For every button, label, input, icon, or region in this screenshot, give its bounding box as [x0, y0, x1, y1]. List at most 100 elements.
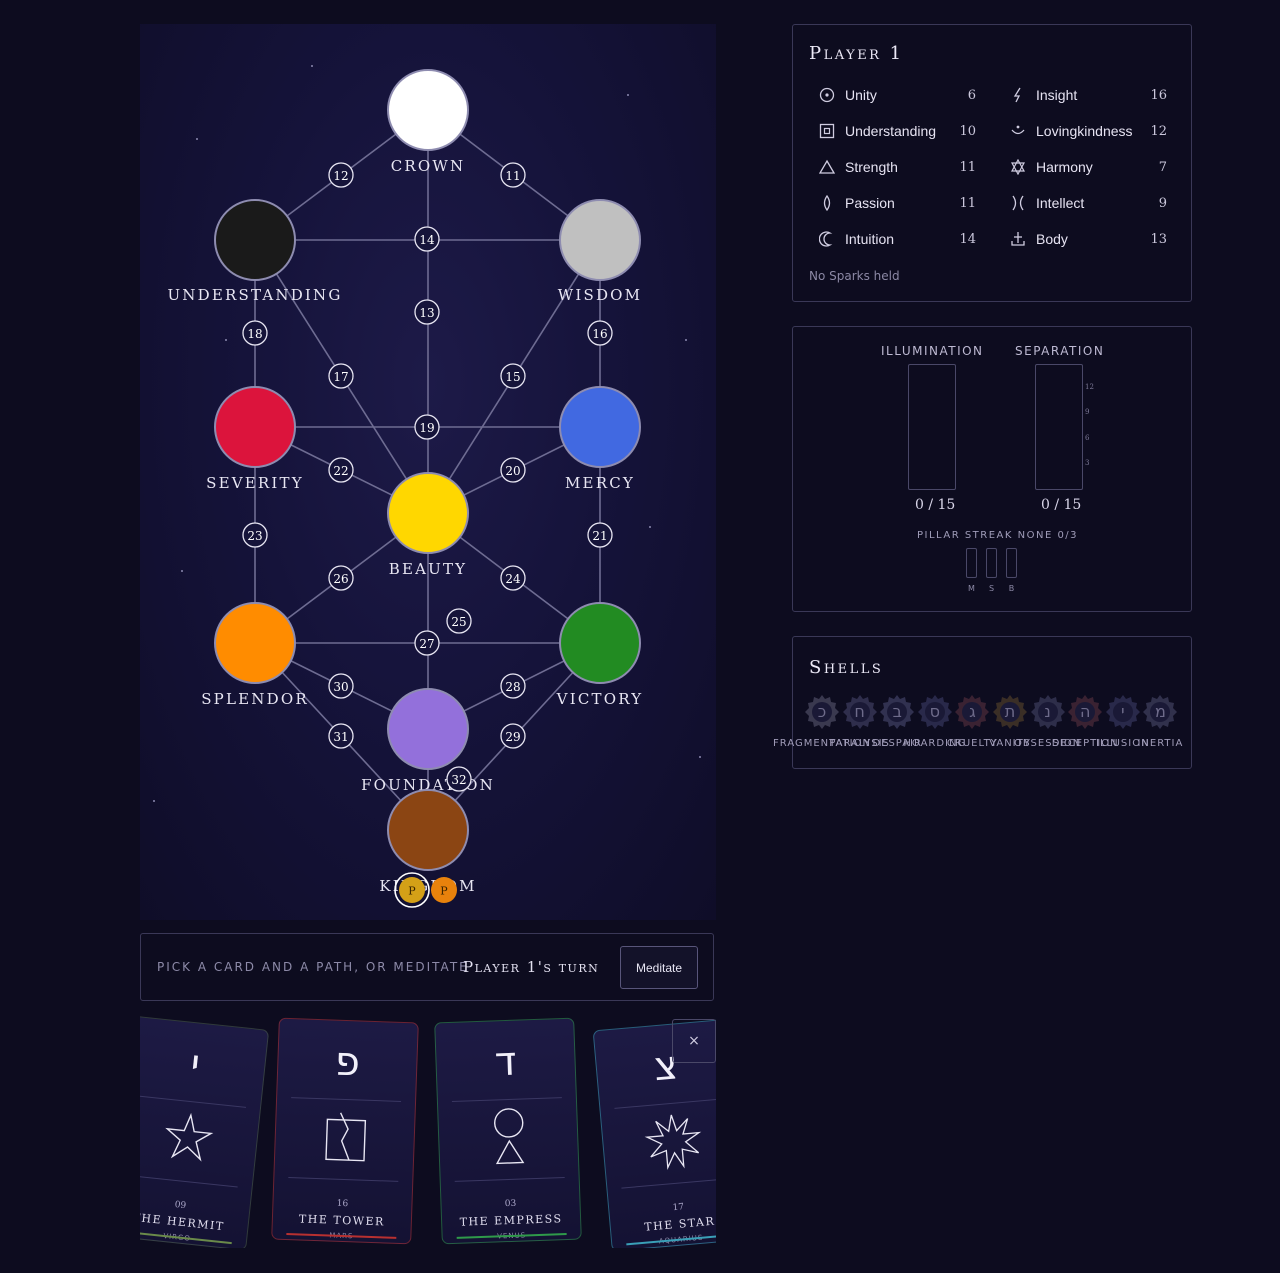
path-badge-30[interactable]: 30: [328, 673, 354, 699]
sephira-understanding[interactable]: [214, 199, 296, 281]
sephira-crown[interactable]: [387, 69, 469, 151]
sephira-label-understanding: UNDERSTANDING: [167, 286, 342, 304]
path-badge-32[interactable]: 32: [446, 766, 472, 792]
path-badge-11[interactable]: 11: [500, 162, 526, 188]
attribute-intellect: Intellect 9: [1010, 193, 1167, 213]
sephira-label-splendor: SPLENDOR: [201, 690, 309, 708]
hand-card-empress[interactable]: ד 03 THE EMPRESS VENUS: [434, 1017, 582, 1245]
sephira-mercy[interactable]: [559, 386, 641, 468]
anchor-icon: [1010, 231, 1032, 247]
pillar-label-m: M: [968, 584, 975, 593]
attribute-name: Insight: [1036, 87, 1078, 103]
path-number: 11: [505, 169, 520, 183]
attribute-name: Body: [1036, 231, 1068, 247]
pillar-slot-m: [966, 548, 977, 578]
path-badge-14[interactable]: 14: [414, 226, 440, 252]
attribute-value: 14: [959, 231, 976, 247]
path-number: 14: [419, 233, 435, 247]
path-number: 23: [247, 529, 262, 543]
path-number: 15: [505, 370, 520, 384]
path-badge-26[interactable]: 26: [328, 565, 354, 591]
path-number: 19: [419, 421, 434, 435]
turn-prompt: PICK A CARD AND A PATH, OR MEDITATE: [157, 960, 469, 974]
attribute-value: 16: [1150, 87, 1167, 103]
tree-of-life-board: CROWN UNDERSTANDING WISDOM SEVERITY MERCY BEA…: [140, 24, 716, 920]
player-panel: Player 1 Unity 6 Insight 16 Understanding 10 L…: [792, 24, 1192, 302]
shell-letter: י: [1121, 702, 1125, 721]
attribute-body: Body 13: [1010, 229, 1167, 249]
path-badge-16[interactable]: 16: [587, 320, 613, 346]
path-badge-23[interactable]: 23: [242, 522, 268, 548]
path-badge-25[interactable]: 25: [446, 608, 472, 634]
background-star: [225, 339, 227, 341]
shells-title: Shells: [809, 657, 884, 678]
shell-paralysis: ח: [841, 693, 879, 731]
sephira-label-mercy: MERCY: [565, 474, 635, 492]
path-badge-15[interactable]: 15: [500, 363, 526, 389]
path-badge-31[interactable]: 31: [328, 723, 354, 749]
pillar-label-b: B: [1008, 584, 1015, 593]
path-number: 31: [333, 730, 348, 744]
path-number: 20: [505, 464, 520, 478]
path-badge-29[interactable]: 29: [500, 723, 526, 749]
illumination-value: 0 / 15: [915, 497, 956, 513]
sephira-beauty[interactable]: [387, 472, 469, 554]
sephira-victory[interactable]: [559, 602, 641, 684]
shell-fragmentation: כ: [803, 693, 841, 731]
card-hebrew-letter: ד: [493, 1038, 518, 1086]
hand-card-hermit[interactable]: י 09 THE HERMIT VIRGO: [140, 1016, 270, 1248]
attribute-value: 9: [1158, 195, 1167, 211]
path-number: 28: [505, 680, 520, 694]
path-badge-19[interactable]: 19: [414, 414, 440, 440]
card-hebrew-letter: י: [188, 1041, 203, 1088]
star-icon: [165, 1112, 214, 1162]
sephira-label-crown: CROWN: [391, 157, 466, 175]
path-badge-13[interactable]: 13: [414, 299, 440, 325]
sephira-kingdom[interactable]: [387, 789, 469, 871]
sephira-severity[interactable]: [214, 386, 296, 468]
sephira-splendor[interactable]: [214, 602, 296, 684]
path-number: 27: [419, 637, 434, 651]
attribute-name: Passion: [845, 195, 895, 211]
attribute-name: Lovingkindness: [1036, 123, 1133, 139]
action-bar: PICK A CARD AND A PATH, OR MEDITATE Play…: [140, 933, 714, 1001]
background-star: [627, 94, 629, 96]
separation-meter: [1035, 364, 1083, 490]
hand-card-tower[interactable]: פ 16 THE TOWER MARS: [271, 1017, 419, 1245]
path-badge-12[interactable]: 12: [328, 162, 354, 188]
meter-panel: ILLUMINATION 0 / 15 SEPARATION 0 / 15 12…: [792, 326, 1192, 612]
attribute-value: 6: [967, 87, 976, 103]
path-badge-18[interactable]: 18: [242, 320, 268, 346]
path-badge-17[interactable]: 17: [328, 363, 354, 389]
attribute-value: 11: [959, 159, 976, 175]
path-number: 30: [333, 680, 348, 694]
attribute-value: 13: [1150, 231, 1167, 247]
path-badge-22[interactable]: 22: [328, 457, 354, 483]
meter-tick: 9: [1085, 408, 1090, 416]
meter-tick: 12: [1085, 383, 1094, 391]
attribute-unity: Unity 6: [819, 85, 976, 105]
path-number: 18: [247, 327, 262, 341]
tower-icon: [325, 1112, 367, 1162]
sparks-status: No Sparks held: [809, 269, 900, 283]
path-badge-28[interactable]: 28: [500, 673, 526, 699]
shell-letter: נ: [1044, 702, 1051, 721]
path-number: 32: [451, 773, 466, 787]
shell-deception: ה: [1066, 693, 1104, 731]
attribute-understanding: Understanding 10: [819, 121, 976, 141]
path-number: 13: [419, 306, 434, 320]
path-badge-20[interactable]: 20: [500, 457, 526, 483]
meditate-button[interactable]: Meditate: [620, 946, 698, 989]
path-badge-21[interactable]: 21: [587, 522, 613, 548]
sephira-label-severity: SEVERITY: [206, 474, 304, 492]
close-hand-button[interactable]: ×: [672, 1019, 716, 1063]
path-badge-27[interactable]: 27: [414, 630, 440, 656]
path-number: 25: [451, 615, 466, 629]
attribute-harmony: Harmony 7: [1010, 157, 1167, 177]
meter-tick: 3: [1085, 459, 1090, 467]
sephira-foundation[interactable]: [387, 688, 469, 770]
attribute-name: Understanding: [845, 123, 937, 139]
path-badge-24[interactable]: 24: [500, 565, 526, 591]
sephira-wisdom[interactable]: [559, 199, 641, 281]
sephira-label-wisdom: WISDOM: [558, 286, 643, 304]
